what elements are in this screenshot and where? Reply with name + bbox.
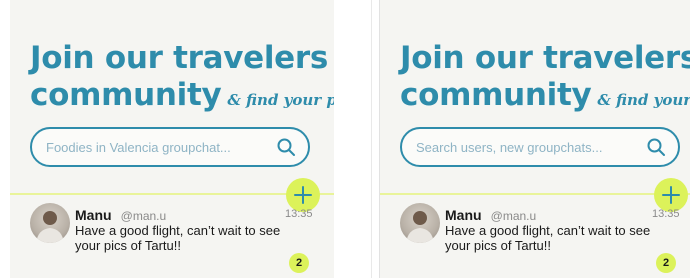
search-icon[interactable]: [276, 137, 296, 157]
page-title: Join our travelers community & find your …: [400, 40, 690, 119]
chat-list-item[interactable]: Manu @man.u 13:35 Have a good flight, ca…: [30, 200, 334, 278]
sender-name: Manu: [75, 207, 112, 223]
message-preview: Have a good flight, can’t wait to see yo…: [445, 223, 651, 253]
sender-name: Manu: [445, 207, 482, 223]
message-time: 13:35: [652, 208, 680, 220]
title-line-2: community& find your people: [30, 77, 334, 120]
tagline-prefix: & find your: [597, 91, 690, 109]
search-bar[interactable]: Foodies in Valencia groupchat...: [30, 127, 310, 167]
unread-badge: 2: [656, 253, 676, 273]
title-line-2-text: community: [400, 77, 592, 113]
avatar: [30, 203, 70, 243]
title-line-1: Join our travelers: [400, 40, 690, 76]
sender-row: Manu @man.u: [75, 205, 166, 224]
title-line-2-text: community: [30, 77, 222, 113]
search-bar[interactable]: Search users, new groupchats...: [400, 127, 680, 167]
page-title: Join our travelers community & find your …: [30, 40, 334, 120]
sender-handle: @man.u: [490, 209, 537, 223]
search-input[interactable]: Search users, new groupchats...: [416, 140, 646, 155]
search-icon[interactable]: [646, 137, 666, 157]
section-divider: [380, 193, 690, 195]
sender-row: Manu @man.u: [445, 205, 536, 224]
panel-divider: [371, 0, 372, 278]
tagline: & find your people: [227, 91, 334, 120]
search-input[interactable]: Foodies in Valencia groupchat...: [46, 140, 276, 155]
tagline-prefix: & find your: [227, 91, 327, 109]
message-preview: Have a good flight, can’t wait to see yo…: [75, 223, 281, 253]
title-line-1: Join our travelers: [30, 40, 329, 76]
avatar: [400, 203, 440, 243]
tagline-highlight: people: [326, 82, 334, 120]
sender-handle: @man.u: [120, 209, 167, 223]
unread-badge: 2: [289, 253, 309, 273]
travelers-panel-empty: Join our travelers community & find your …: [379, 0, 690, 278]
message-time: 13:35: [285, 208, 313, 220]
tagline: & find your people: [597, 91, 690, 109]
title-line-2: community & find your people: [400, 77, 690, 119]
travelers-panel-filled: Join our travelers community & find your …: [10, 0, 334, 278]
chat-list-item[interactable]: Manu @man.u 13:35 Have a good flight, ca…: [400, 200, 690, 278]
